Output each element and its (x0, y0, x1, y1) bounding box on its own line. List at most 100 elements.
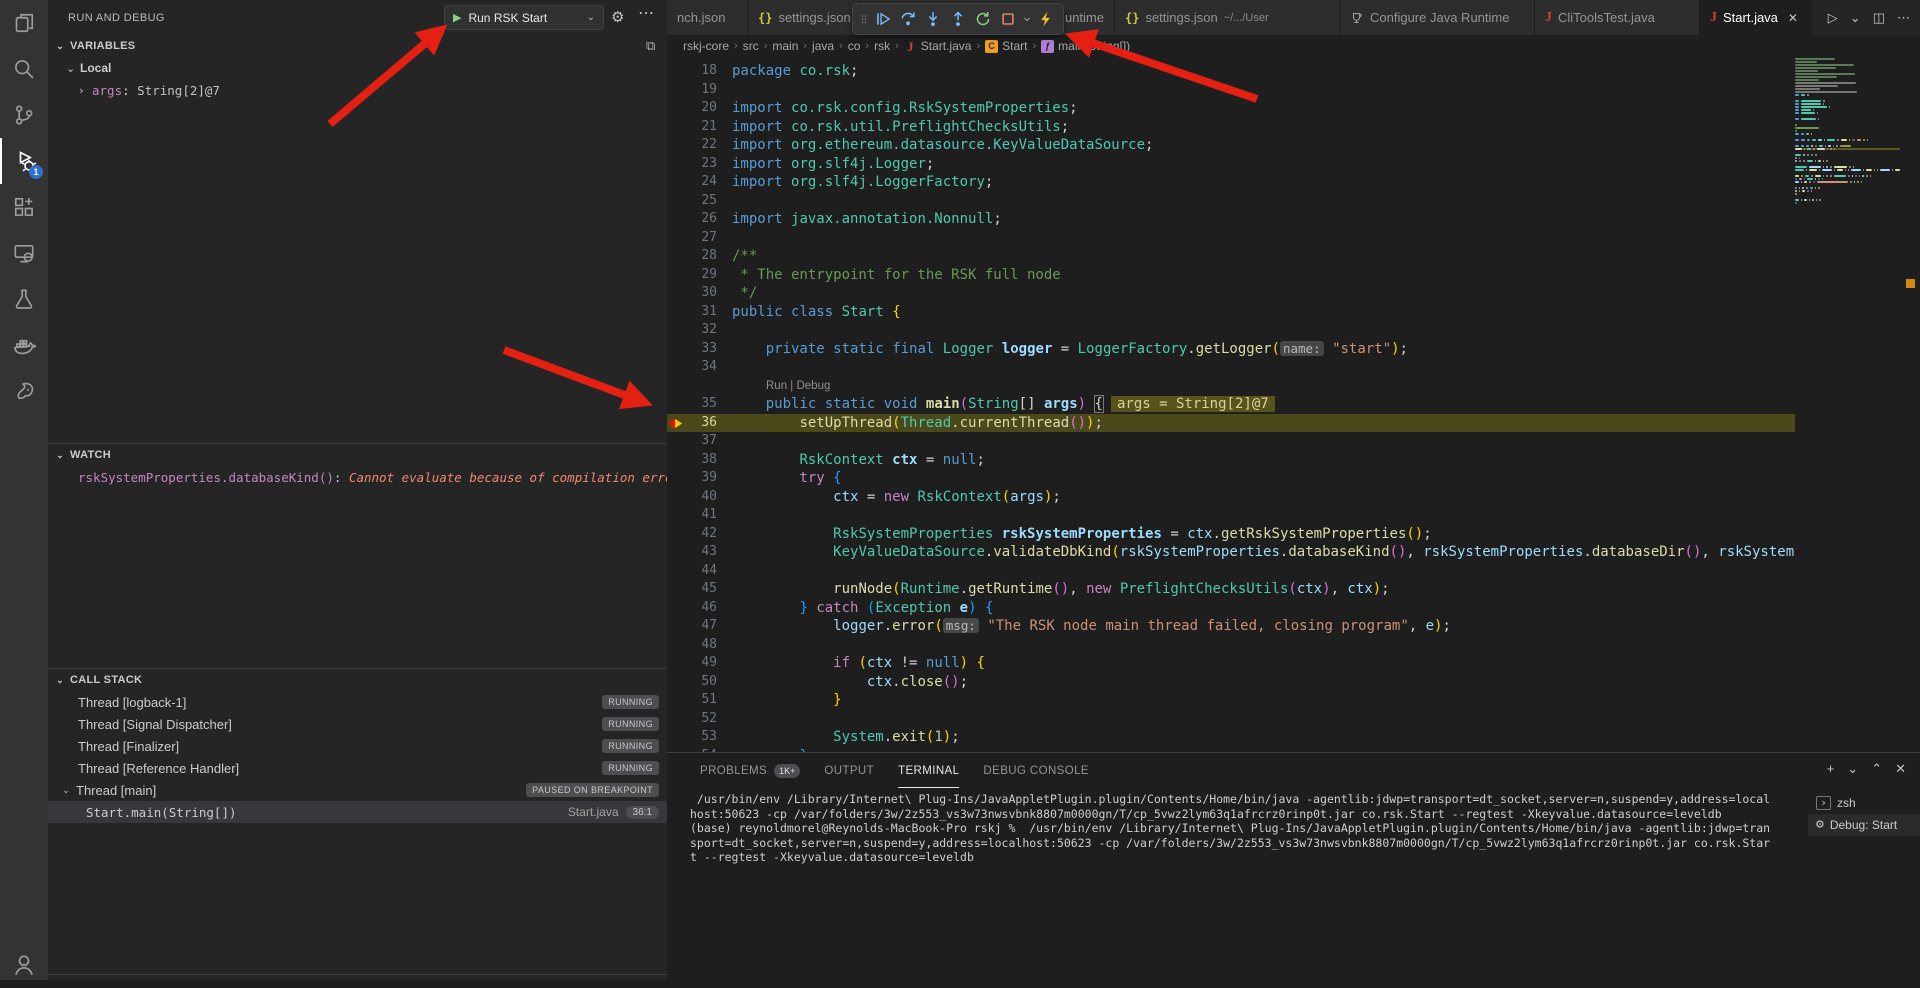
breadcrumb-item[interactable]: main (772, 39, 798, 53)
start-debug-icon[interactable]: ▶ (453, 11, 461, 24)
watch-expression-row[interactable]: rskSystemProperties.databaseKind(): Cann… (48, 466, 667, 488)
gutter[interactable] (667, 691, 687, 710)
terminal-list-item-debug-start[interactable]: ⚙Debug: Start (1808, 814, 1920, 836)
gutter[interactable] (667, 562, 687, 581)
minimap[interactable] (1795, 57, 1900, 752)
gutter[interactable] (667, 81, 687, 100)
breadcrumb-item[interactable]: rskj-core (683, 39, 729, 53)
gutter[interactable] (667, 432, 687, 451)
thread-row[interactable]: Thread [Signal Dispatcher]RUNNING (48, 713, 667, 735)
gutter[interactable] (667, 99, 687, 118)
gutter[interactable] (667, 488, 687, 507)
tab-nch-json[interactable]: nch.json (667, 0, 748, 35)
gutter[interactable] (667, 210, 687, 229)
gutter[interactable] (667, 266, 687, 285)
gutter[interactable] (667, 506, 687, 525)
breadcrumb-item[interactable]: src (743, 39, 759, 53)
step-out-icon[interactable] (946, 6, 970, 32)
gutter[interactable] (667, 636, 687, 655)
hot-code-replace-icon[interactable] (1034, 6, 1058, 32)
run-and-debug-icon[interactable]: 1 (0, 138, 48, 184)
step-into-icon[interactable] (921, 6, 945, 32)
gutter[interactable] (667, 395, 687, 414)
gutter[interactable] (667, 543, 687, 562)
gutter[interactable] (667, 469, 687, 488)
gutter[interactable] (667, 580, 687, 599)
gutter[interactable] (667, 62, 687, 81)
thread-row[interactable]: Thread [logback-1]RUNNING (48, 691, 667, 713)
thread-row[interactable]: Thread [Finalizer]RUNNING (48, 735, 667, 757)
codelens-run-debug[interactable]: Run | Debug (667, 377, 1795, 396)
editor-scrollbar[interactable] (1900, 57, 1920, 752)
maximize-panel-icon[interactable]: ⌃ (1871, 761, 1882, 777)
gutter[interactable] (667, 358, 687, 377)
stack-frame-row[interactable]: Start.main(String[])Start.java36:1 (48, 801, 667, 823)
gutter[interactable] (667, 247, 687, 266)
gutter[interactable] (667, 136, 687, 155)
breakpoints-header[interactable]: ⌄ BREAKPOINTS (48, 975, 667, 980)
gutter[interactable] (667, 173, 687, 192)
restart-icon[interactable] (971, 6, 995, 32)
drag-handle-icon[interactable] (858, 6, 870, 32)
thread-row[interactable]: ⌄Thread [main]PAUSED ON BREAKPOINT (48, 779, 667, 801)
gutter[interactable] (667, 525, 687, 544)
gutter[interactable] (667, 728, 687, 747)
terminal-dropdown-chevron-icon[interactable]: ⌄ (1847, 761, 1858, 777)
tab-start-java[interactable]: JStart.java✕ (1700, 0, 1812, 35)
terminal-list-item-zsh[interactable]: ›zsh (1808, 792, 1920, 814)
step-over-icon[interactable] (896, 6, 920, 32)
tab-settings-json[interactable]: {}settings.json (748, 0, 860, 35)
code-editor[interactable]: 18package co.rsk;1920import co.rsk.confi… (667, 57, 1920, 752)
split-editor-icon[interactable]: ◫ (1873, 10, 1885, 26)
gutter[interactable] (667, 340, 687, 359)
stop-icon[interactable] (996, 6, 1020, 32)
explorer-icon[interactable] (0, 0, 48, 46)
gutter[interactable] (667, 229, 687, 248)
breadcrumb-item[interactable]: CStart (985, 39, 1027, 53)
close-tab-icon[interactable]: ✕ (1788, 11, 1798, 25)
gutter[interactable] (667, 284, 687, 303)
gutter[interactable] (667, 673, 687, 692)
breakpoint-paused-icon[interactable] (667, 414, 687, 433)
breadcrumb-item[interactable]: java (812, 39, 834, 53)
variables-scope-local[interactable]: ⌄ Local (48, 57, 667, 79)
tab-configure-java-runtime[interactable]: Configure Java Runtime (1340, 0, 1535, 35)
docker-icon[interactable] (0, 322, 48, 368)
account-icon[interactable] (0, 942, 48, 988)
run-dropdown-chevron-icon[interactable]: ⌄ (1850, 10, 1861, 26)
panel-tab-debug-console[interactable]: DEBUG CONSOLE (983, 753, 1089, 788)
chevron-down-icon[interactable]: ⌄ (587, 12, 595, 23)
continue-icon[interactable] (871, 6, 895, 32)
terminal-output[interactable]: /usr/bin/env /Library/Internet\ Plug-Ins… (667, 788, 1808, 980)
thread-row[interactable]: Thread [Reference Handler]RUNNING (48, 757, 667, 779)
watch-header[interactable]: ⌄ WATCH (48, 444, 667, 466)
gutter[interactable] (667, 303, 687, 322)
debug-settings-gear-icon[interactable]: ⚙ (611, 8, 624, 26)
variable-args-row[interactable]: › args: String[2]@7 (48, 79, 667, 101)
gutter[interactable] (667, 617, 687, 636)
panel-tab-output[interactable]: OUTPUT (824, 753, 874, 788)
breadcrumb-item[interactable]: rsk (874, 39, 890, 53)
extensions-icon[interactable] (0, 184, 48, 230)
variables-header[interactable]: ⌄ VARIABLES (48, 35, 667, 57)
new-terminal-icon[interactable]: + (1827, 761, 1835, 777)
gutter[interactable] (667, 321, 687, 340)
gutter[interactable] (667, 599, 687, 618)
gutter[interactable] (667, 654, 687, 673)
testing-icon[interactable] (0, 276, 48, 322)
call-stack-header[interactable]: ⌄ CALL STACK (48, 669, 667, 691)
gutter[interactable] (667, 155, 687, 174)
gutter[interactable] (667, 192, 687, 211)
breadcrumb-item[interactable]: ƒmain(String[]) (1041, 39, 1130, 53)
more-actions-icon[interactable]: ⋯ (1897, 10, 1910, 26)
breadcrumb-item[interactable]: JStart.java (904, 39, 972, 53)
remote-explorer-icon[interactable] (0, 230, 48, 276)
panel-tab-terminal[interactable]: TERMINAL (898, 753, 959, 788)
gutter[interactable] (667, 118, 687, 137)
tab-clitoolstest-java[interactable]: JCliToolsTest.java (1535, 0, 1700, 35)
breadcrumb-item[interactable]: co (848, 39, 861, 53)
stop-chevron-icon[interactable] (1021, 6, 1033, 32)
close-panel-icon[interactable]: ✕ (1895, 761, 1906, 777)
search-icon[interactable] (0, 46, 48, 92)
sidebar-more-actions-icon[interactable]: ⋯ (638, 3, 655, 23)
